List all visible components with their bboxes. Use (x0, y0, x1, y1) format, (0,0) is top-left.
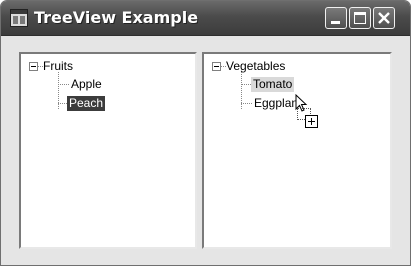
app-window: TreeView Example Fruits Apple Peach Vege… (0, 0, 411, 266)
right-tree-view[interactable]: Vegetables Tomato Eggplant (202, 52, 392, 249)
maximize-icon (354, 12, 366, 24)
minimize-icon (331, 21, 340, 24)
collapse-fruits-icon[interactable] (29, 62, 38, 71)
tree-node-tomato[interactable]: Tomato (251, 77, 295, 92)
drop-plus-icon (305, 115, 318, 128)
app-window-icon[interactable] (10, 9, 28, 27)
tree-node-apple[interactable]: Apple (71, 77, 102, 92)
maximize-button[interactable] (349, 7, 371, 29)
minimize-button[interactable] (325, 7, 347, 29)
collapse-vegetables-icon[interactable] (212, 62, 221, 71)
window-title: TreeView Example (34, 8, 199, 27)
title-bar[interactable]: TreeView Example (1, 1, 410, 36)
tree-node-peach[interactable]: Peach (67, 96, 106, 111)
close-icon (378, 12, 390, 24)
tree-node-vegetables[interactable]: Vegetables (226, 59, 285, 74)
left-tree-view[interactable]: Fruits Apple Peach (19, 52, 197, 249)
close-button[interactable] (373, 7, 395, 29)
